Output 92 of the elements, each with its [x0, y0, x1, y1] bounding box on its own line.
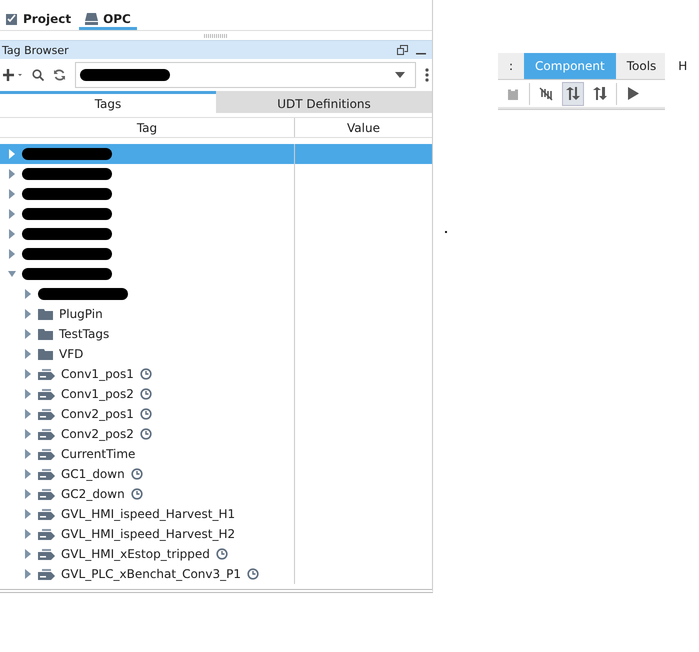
play-icon — [628, 87, 638, 100]
expand-arrow-icon[interactable] — [8, 169, 16, 179]
tag-icon — [38, 568, 55, 580]
tree-row[interactable]: GC1_down — [0, 464, 432, 484]
tag-name: Conv1_pos1 — [61, 367, 134, 381]
expand-arrow-icon[interactable] — [24, 449, 32, 459]
tag-name: GVL_HMI_ispeed_Harvest_H1 — [61, 507, 236, 521]
tag-icon — [38, 488, 55, 500]
tree-row[interactable]: CurrentTime — [0, 444, 432, 464]
menu-item[interactable]: H — [667, 53, 698, 79]
expand-arrow-icon[interactable] — [24, 469, 32, 479]
tag-icon — [38, 468, 55, 480]
expand-arrow-icon[interactable] — [8, 249, 16, 259]
tag-name: TestTags — [59, 327, 110, 341]
tree-row[interactable]: PlugPin — [0, 304, 432, 324]
tree-row[interactable]: Conv2_pos1 — [0, 404, 432, 424]
column-header[interactable]: Value — [295, 118, 432, 137]
tree-row[interactable]: GVL_HMI_xEstop_tripped — [0, 544, 432, 564]
tag-name: GC1_down — [61, 467, 125, 481]
search-icon[interactable] — [32, 69, 44, 81]
tag-icon — [38, 368, 55, 380]
tag-name: GC2_down — [61, 487, 125, 501]
reorder-icon — [593, 87, 607, 100]
tree-row[interactable]: TestTags — [0, 324, 432, 344]
restore-icon[interactable] — [397, 45, 408, 55]
splitter-grip[interactable] — [204, 34, 228, 38]
expand-arrow-icon[interactable] — [24, 309, 32, 319]
server-icon — [85, 12, 98, 24]
tree-row[interactable]: GVL_PLC_xBenchat_Conv3_P1 — [0, 564, 432, 584]
collapse-arrow-icon[interactable] — [8, 269, 16, 279]
folder-icon — [38, 348, 53, 360]
tag-icon — [38, 448, 55, 460]
tag-name: GVL_PLC_xBenchat_Conv3_P1 — [61, 567, 242, 581]
tag-icon — [38, 408, 55, 420]
expand-arrow-icon[interactable] — [24, 409, 32, 419]
expand-arrow-icon[interactable] — [24, 369, 32, 379]
expand-arrow-icon[interactable] — [24, 329, 32, 339]
tag-icon — [38, 528, 55, 540]
toolbar-button[interactable] — [562, 82, 584, 106]
panel-tab[interactable]: Project — [0, 10, 78, 30]
tag-name: Conv2_pos1 — [61, 407, 134, 421]
tag-icon — [38, 388, 55, 400]
expand-arrow-icon[interactable] — [24, 349, 32, 359]
checklist-icon — [6, 12, 18, 24]
provider-dropdown[interactable] — [75, 62, 416, 88]
tag-icon — [38, 428, 55, 440]
panel-tab[interactable]: OPC — [79, 10, 137, 30]
more-icon[interactable] — [425, 68, 429, 82]
clipboard-icon — [508, 88, 518, 100]
expand-arrow-icon[interactable] — [24, 289, 32, 299]
menu-item[interactable]: : — [498, 53, 524, 79]
expand-arrow-icon[interactable] — [8, 209, 16, 219]
tag-name: GVL_HMI_ispeed_Harvest_H2 — [61, 527, 236, 541]
folder-icon — [38, 308, 53, 320]
tree-row[interactable] — [0, 144, 432, 164]
expand-arrow-icon[interactable] — [24, 569, 32, 579]
dot-mark — [445, 231, 447, 233]
tag-name: GVL_HMI_xEstop_tripped — [61, 547, 210, 561]
tag-name: PlugPin — [59, 307, 103, 321]
tree-row[interactable]: GVL_HMI_ispeed_Harvest_H1 — [0, 504, 432, 524]
browser-tab[interactable]: UDT Definitions — [216, 91, 432, 113]
add-icon[interactable] — [3, 69, 23, 81]
expand-arrow-icon[interactable] — [8, 229, 16, 239]
tree-row[interactable]: GVL_HMI_ispeed_Harvest_H2 — [0, 524, 432, 544]
browser-tab[interactable]: Tags — [0, 91, 216, 113]
tag-name: Conv2_pos2 — [61, 427, 134, 441]
expand-arrow-icon[interactable] — [24, 549, 32, 559]
tag-name: VFD — [59, 347, 84, 361]
tag-name: CurrentTime — [61, 447, 136, 461]
expand-arrow-icon[interactable] — [8, 149, 16, 159]
tree-row[interactable]: Conv1_pos1 — [0, 364, 432, 384]
expand-arrow-icon[interactable] — [24, 489, 32, 499]
folder-icon — [38, 328, 53, 340]
tag-icon — [38, 548, 55, 560]
tag-icon — [38, 508, 55, 520]
tag-name: Conv1_pos2 — [61, 387, 134, 401]
unlink-icon — [539, 86, 553, 100]
expand-arrow-icon[interactable] — [24, 529, 32, 539]
expand-arrow-icon[interactable] — [8, 189, 16, 199]
tree-row[interactable]: VFD — [0, 344, 432, 364]
refresh-icon[interactable] — [53, 69, 66, 81]
column-header[interactable]: Tag — [0, 118, 295, 137]
expand-arrow-icon[interactable] — [24, 429, 32, 439]
tree-row[interactable]: Conv1_pos2 — [0, 384, 432, 404]
dropdown-caret-icon — [395, 72, 405, 78]
expand-arrow-icon[interactable] — [24, 389, 32, 399]
menu-item[interactable]: Tools — [616, 53, 668, 79]
expand-arrow-icon[interactable] — [24, 509, 32, 519]
tree-row[interactable]: Conv2_pos2 — [0, 424, 432, 444]
reorder-icon — [566, 87, 580, 100]
panel-title: Tag Browser — [2, 44, 70, 56]
tree-row[interactable]: GC2_down — [0, 484, 432, 504]
